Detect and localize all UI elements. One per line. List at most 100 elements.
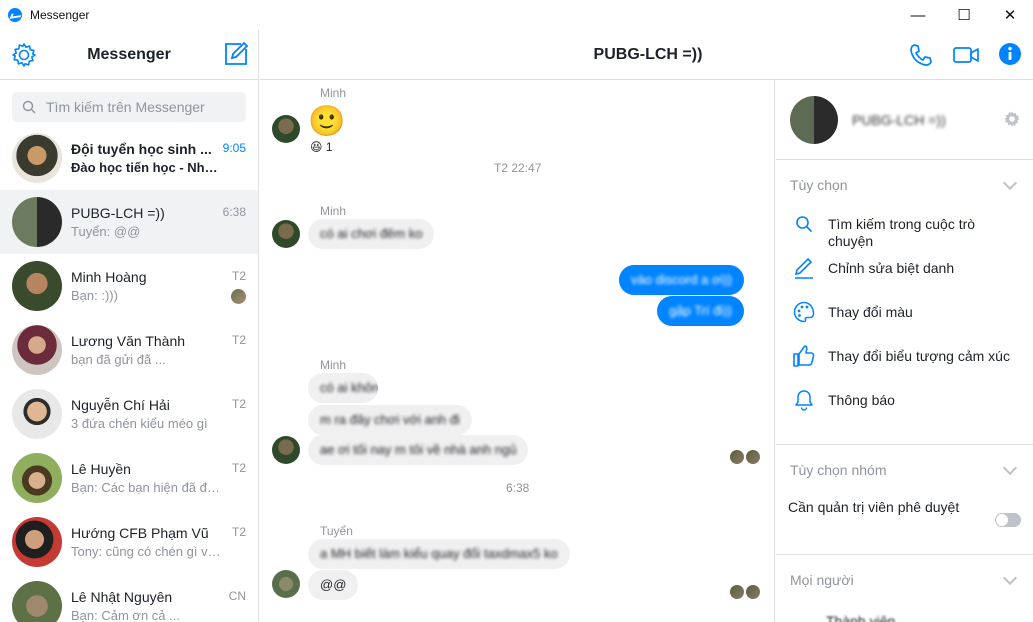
search-icon [792,212,816,236]
conversation-list: Đội tuyển học sinh ... Đào học tiến học … [0,126,258,622]
conversation-time: T2 [231,397,246,411]
chevron-down-icon [1002,175,1018,191]
message-text: có ai không [320,380,378,395]
thumbs-up-icon [792,344,816,368]
phone-call-icon[interactable] [908,42,934,73]
chat-header: PUBG-LCH =)) [260,30,1033,80]
conversation-name: Minh Hoàng [71,269,147,285]
conversation-snippet: Đào học tiến học - Nhu... [71,160,221,175]
message-text: a MH biết làm kiểu quay đổi taxdmax5 ko [320,546,558,561]
conversation-snippet: Tuyển: @@ [71,224,141,239]
section-header-options[interactable]: Tùy chọn [776,160,1033,210]
compose-icon[interactable] [223,41,249,72]
seen-avatar [746,585,760,599]
laugh-reaction-icon: 😆 [310,140,323,154]
sender-avatar [272,570,300,598]
conversation-item[interactable]: Nguyễn Chí Hải 3 đứa chén kiểu méo gì T2 [0,382,258,446]
avatar [12,517,62,567]
message-bubble[interactable]: có ai chơi đêm ko [308,219,435,249]
people-first-item[interactable]: Thành viên [776,613,1033,622]
sender-name: Minh [320,86,347,100]
conversation-time: 6:38 [222,205,246,219]
palette-icon [792,300,816,324]
conversation-item[interactable]: Lê Nhật Nguyên Bạn: Cảm ơn cả ... CN [0,574,258,622]
avatar [12,133,62,183]
seen-avatar [730,585,744,599]
sender-avatar [272,220,300,248]
conversation-time: T2 [231,269,246,283]
close-button[interactable]: ✕ [987,0,1033,30]
video-call-icon[interactable] [952,42,980,73]
group-options-section: Tùy chọn nhóm Cần quản trị viên phê duyệ… [776,445,1033,555]
conversation-snippet: bạn đã gửi đã ... [71,352,166,367]
section-title: Tùy chọn [790,177,848,193]
minimize-button[interactable]: — [895,0,941,30]
message-bubble[interactable]: @@ [308,570,359,600]
option-notifications[interactable]: Thông báo [776,386,1033,430]
option-change-color[interactable]: Thay đổi màu [776,298,1033,342]
conversation-item[interactable]: Đội tuyển học sinh ... Đào học tiến học … [0,126,258,190]
conversation-item[interactable]: Lương Văn Thành bạn đã gửi đã ... T2 [0,318,258,382]
conversation-snippet: 3 đứa chén kiểu méo gì [71,416,208,431]
window-title: Messenger [30,8,90,22]
message-bubble[interactable]: ae ơi tối nay m tôi về nhà anh ngủ [308,435,529,465]
message-bubble[interactable]: a MH biết làm kiểu quay đổi taxdmax5 ko [308,539,570,569]
pencil-icon [792,256,816,280]
conversation-time: CN [228,589,246,603]
conversation-sidebar: Messenger Tìm kiếm trên Messenger Đội tu… [0,30,259,622]
conversation-item[interactable]: Minh Hoàng Bạn: :))) T2 [0,254,258,318]
message-bubble[interactable]: có ai không [308,373,378,403]
message-bubble-outgoing[interactable]: gặp Trí đi)) [657,296,744,326]
seen-avatar [730,450,744,464]
smiley-emoji: 🙂 [308,105,346,138]
conversation-info-panel: PUBG-LCH =)) Tùy chọn Tìm kiếm trong cuộ… [776,80,1033,622]
group-settings-gear-icon[interactable] [1003,110,1021,133]
search-input[interactable]: Tìm kiếm trên Messenger [12,92,246,122]
messenger-window: Messenger — ☐ ✕ Messenger Tìm kiếm trên … [0,0,1033,622]
reaction-badge[interactable]: 😆 1 [310,140,333,154]
read-receipts [728,450,760,464]
options-section: Tùy chọn Tìm kiếm trong cuộc trò chuyện … [776,160,1033,445]
option-search-in-conversation[interactable]: Tìm kiếm trong cuộc trò chuyện [776,210,1033,254]
sender-name: Tuyển [320,524,353,538]
option-change-emoji[interactable]: Thay đổi biểu tượng cảm xúc [776,342,1033,386]
info-icon[interactable] [998,42,1022,71]
conversation-name: Lê Huyền [71,461,131,477]
sender-avatar [272,115,300,143]
maximize-button[interactable]: ☐ [941,0,987,30]
conversation-item[interactable]: Lê Huyền Bạn: Các bạn hiện đã đư... T2 [0,446,258,510]
message-text: vào discord a ơi)) [630,272,732,287]
seen-avatar [231,289,246,304]
conversation-name: Hướng CFB Phạm Vũ [71,525,209,541]
conversation-item[interactable]: PUBG-LCH =)) Tuyển: @@ 6:38 [0,190,258,254]
avatar [12,389,62,439]
admin-approval-toggle[interactable] [995,513,1021,527]
message-bubble-outgoing[interactable]: vào discord a ơi)) [618,265,744,295]
option-label: Thông báo [828,392,895,408]
conversation-name: Lê Nhật Nguyên [71,589,173,605]
option-edit-nickname[interactable]: Chỉnh sửa biệt danh [776,254,1033,298]
chevron-down-icon [1002,460,1018,476]
avatar [12,261,62,311]
conversation-snippet: Tony: cũng có chén gì về ... [71,544,221,559]
message-text: có ai chơi đêm ko [320,226,423,241]
section-title: Tùy chọn nhóm [790,462,887,478]
admin-approval-label: Cần quản trị viên phê duyệt [788,499,960,515]
group-header: PUBG-LCH =)) [776,80,1033,160]
message-bubble[interactable]: m ra đây chơi với anh đi [308,405,472,435]
search-placeholder: Tìm kiếm trên Messenger [46,99,205,115]
conversation-time: 9:05 [222,141,246,155]
conversation-time: T2 [231,333,246,347]
conversation-time: T2 [231,525,246,539]
section-title: Mọi người [790,572,854,588]
avatar [12,581,62,622]
section-header-people[interactable]: Mọi người [776,555,1033,605]
section-header-group-options[interactable]: Tùy chọn nhóm [776,445,1033,495]
sender-name: Minh [320,358,347,372]
sidebar-header: Messenger [0,30,258,80]
conversation-item[interactable]: Hướng CFB Phạm Vũ Tony: cũng có chén gì … [0,510,258,574]
message-text: gặp Trí đi)) [669,303,732,318]
message-text: @@ [320,577,347,592]
title-bar: Messenger — ☐ ✕ [0,0,1033,30]
settings-gear-icon[interactable] [11,42,37,73]
